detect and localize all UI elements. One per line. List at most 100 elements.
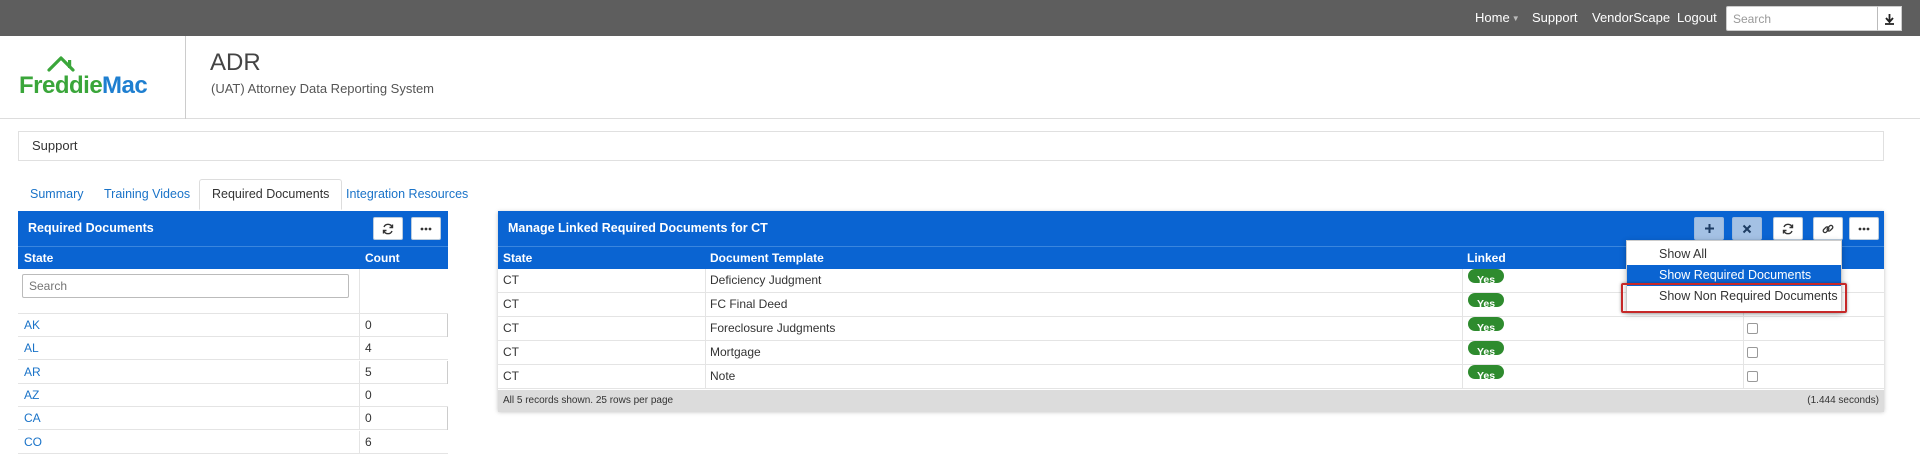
- column-header-state[interactable]: State: [24, 247, 53, 269]
- more-options-button[interactable]: [1849, 217, 1879, 240]
- more-icon: [420, 227, 432, 230]
- count-cell: 0: [365, 411, 372, 426]
- grid-footer: All 5 records shown. 25 rows per page (1…: [498, 390, 1884, 412]
- linked-badge: Yes: [1468, 317, 1504, 334]
- table-row[interactable]: CT Note Yes: [498, 365, 1884, 389]
- records-summary: All 5 records shown. 25 rows per page: [503, 395, 674, 406]
- table-row[interactable]: AK 0: [18, 314, 448, 337]
- more-options-button[interactable]: [411, 217, 441, 240]
- column-divider: [359, 430, 360, 454]
- column-divider: [1743, 317, 1744, 341]
- state-cell: CT: [503, 273, 519, 287]
- table-row[interactable]: CA 0: [18, 407, 448, 431]
- svg-text:Mac: Mac: [102, 72, 147, 99]
- search-download-button[interactable]: [1877, 6, 1902, 31]
- freddiemac-logo[interactable]: Freddie Mac: [19, 56, 159, 106]
- link-icon: [1822, 224, 1834, 233]
- template-cell: Foreclosure Judgments: [710, 321, 836, 335]
- state-link[interactable]: AR: [24, 361, 41, 384]
- row-edge: [447, 407, 448, 431]
- column-divider: [705, 317, 706, 341]
- nav-home[interactable]: Home ▼: [1475, 0, 1520, 36]
- state-cell: CT: [503, 321, 519, 335]
- link-button[interactable]: [1813, 217, 1843, 240]
- column-headers: State Count: [18, 246, 448, 269]
- refresh-button[interactable]: [373, 217, 403, 240]
- nav-logout[interactable]: Logout: [1677, 0, 1717, 36]
- column-divider: [359, 337, 360, 361]
- table-row[interactable]: CT Mortgage Yes: [498, 341, 1884, 365]
- count-cell: 4: [365, 341, 372, 356]
- column-divider: [1462, 341, 1463, 365]
- column-divider: [1743, 341, 1744, 365]
- tab-bar: Summary Training Videos Required Documen…: [18, 179, 468, 210]
- column-divider: [1462, 293, 1463, 317]
- refresh-icon: [1782, 223, 1794, 234]
- close-icon: [1742, 224, 1752, 233]
- tab-summary[interactable]: Summary: [18, 179, 95, 210]
- add-button[interactable]: [1694, 217, 1724, 240]
- linked-badge: Yes: [1468, 293, 1504, 310]
- tab-required-documents[interactable]: Required Documents: [199, 179, 343, 210]
- state-link[interactable]: AL: [24, 337, 39, 360]
- panel-title: Manage Linked Required Documents for CT: [508, 221, 768, 235]
- app-title: ADR: [210, 49, 261, 76]
- plus-icon: [1704, 224, 1714, 233]
- table-row[interactable]: CO 6: [18, 430, 448, 454]
- nav-vendorscape[interactable]: VendorScape: [1592, 0, 1670, 36]
- refresh-icon: [382, 223, 394, 234]
- column-divider: [705, 341, 706, 365]
- panel-title: Required Documents: [28, 221, 154, 235]
- top-search-input[interactable]: [1726, 6, 1878, 31]
- table-row[interactable]: AR 5: [18, 360, 448, 384]
- state-cell: CT: [503, 345, 519, 359]
- header-divider: [185, 36, 186, 119]
- table-row[interactable]: CT Foreclosure Judgments Yes: [498, 317, 1884, 341]
- state-cell: CT: [503, 297, 519, 311]
- column-divider: [359, 314, 360, 337]
- template-cell: Note: [710, 369, 736, 383]
- column-divider: [705, 365, 706, 389]
- filter-row: [18, 269, 448, 314]
- column-header-count[interactable]: Count: [365, 247, 400, 269]
- column-divider: [359, 269, 360, 314]
- linked-badge: Yes: [1468, 341, 1504, 358]
- highlight-box: [1621, 283, 1847, 313]
- column-divider: [1743, 365, 1744, 389]
- column-divider: [359, 360, 360, 384]
- top-navbar: Home ▼ Support VendorScape Logout: [0, 0, 1920, 36]
- template-cell: Mortgage: [710, 345, 761, 359]
- app-subtitle: (UAT) Attorney Data Reporting System: [211, 81, 435, 96]
- row-edge: [447, 360, 448, 384]
- row-edge: [447, 314, 448, 337]
- count-cell: 6: [365, 434, 372, 449]
- table-row[interactable]: AZ 0: [18, 383, 448, 407]
- menu-item-show-all[interactable]: Show All: [1627, 244, 1841, 265]
- nav-support[interactable]: Support: [1532, 0, 1578, 36]
- column-divider: [1462, 365, 1463, 389]
- row-checkbox[interactable]: [1747, 323, 1758, 334]
- count-cell: 0: [365, 318, 372, 332]
- tab-integration-resources[interactable]: Integration Resources: [334, 179, 480, 210]
- table-row[interactable]: AL 4: [18, 337, 448, 361]
- logo-graphic: Freddie Mac: [19, 56, 148, 99]
- state-link[interactable]: AK: [24, 314, 40, 337]
- row-checkbox[interactable]: [1747, 371, 1758, 382]
- refresh-button[interactable]: [1773, 217, 1803, 240]
- state-link[interactable]: AZ: [24, 384, 39, 407]
- remove-button[interactable]: [1732, 217, 1762, 240]
- row-checkbox[interactable]: [1747, 347, 1758, 358]
- panel-header: Required Documents: [18, 211, 448, 246]
- state-link[interactable]: CO: [24, 431, 42, 454]
- column-header-document-template[interactable]: Document Template: [710, 247, 824, 269]
- tab-training-videos[interactable]: Training Videos: [92, 179, 202, 210]
- column-header-linked[interactable]: Linked: [1467, 247, 1506, 269]
- template-cell: FC Final Deed: [710, 297, 788, 311]
- column-divider: [359, 383, 360, 407]
- required-documents-panel: Required Documents State Count AK 0 AL 4 AR 5…: [18, 211, 448, 454]
- state-search-input[interactable]: [22, 274, 349, 298]
- column-header-state[interactable]: State: [503, 247, 532, 269]
- caret-down-icon: ▼: [1511, 14, 1520, 23]
- column-divider: [1462, 317, 1463, 341]
- state-link[interactable]: CA: [24, 407, 41, 430]
